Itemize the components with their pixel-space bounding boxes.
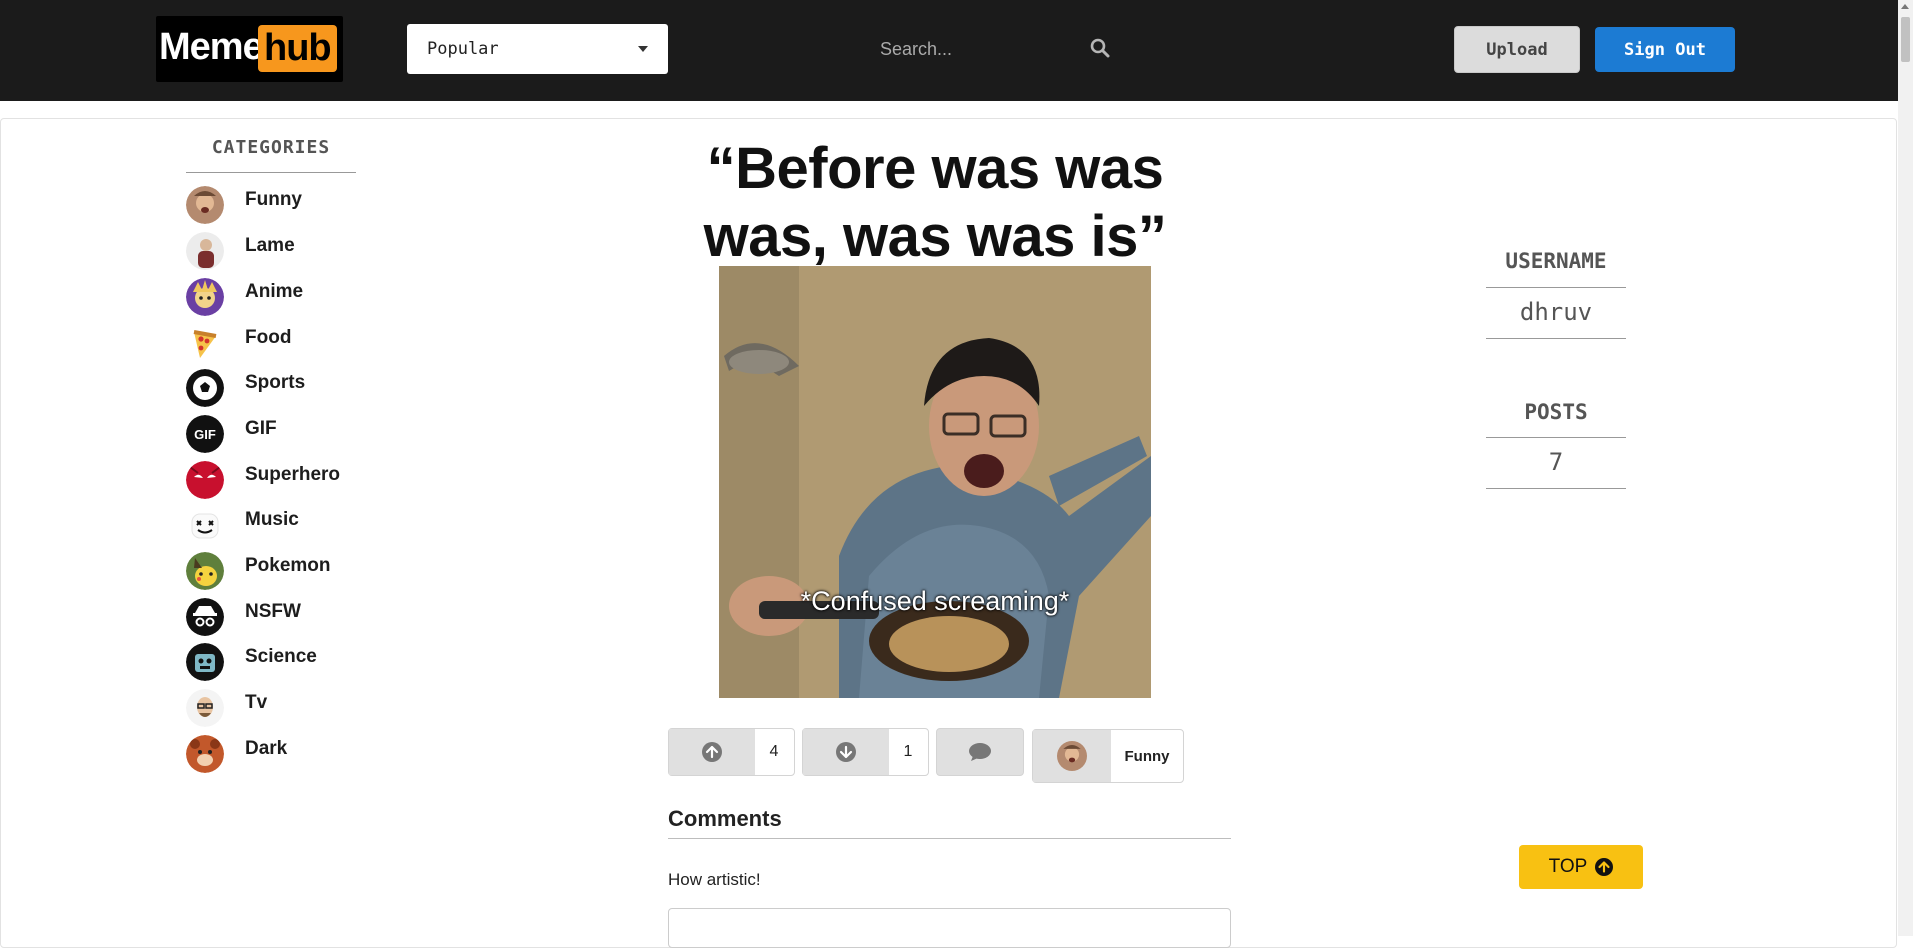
posts-count: 7 — [1548, 448, 1564, 476]
sidebar-item-label: NSFW — [245, 601, 301, 622]
sidebar-item-label: Food — [245, 327, 292, 348]
caret-down-icon — [638, 46, 648, 52]
upvote-button[interactable]: 4 — [668, 728, 795, 776]
search-input[interactable] — [860, 28, 1070, 70]
svg-text:GIF: GIF — [194, 427, 216, 442]
sidebar-item-label: Superhero — [245, 464, 341, 485]
posts-divider-top — [1486, 437, 1626, 438]
sidebar-item-label: Tv — [245, 692, 268, 713]
page-scrollbar[interactable] — [1898, 0, 1913, 936]
search-bar — [860, 28, 1120, 70]
gif-icon: GIF — [186, 415, 224, 453]
dark-bear-icon — [186, 735, 224, 773]
scrollbar-thumb[interactable] — [1901, 17, 1910, 62]
categories-divider — [186, 172, 356, 173]
funny-avatar-icon — [1033, 730, 1111, 782]
sidebar-item-tv[interactable]: Tv — [186, 689, 386, 729]
robot-icon — [186, 643, 224, 681]
logo-text-hub: hub — [258, 25, 337, 72]
sort-dropdown[interactable]: Popular — [407, 24, 668, 74]
sidebar-item-label: Music — [245, 509, 299, 530]
comment-item: How artistic! — [668, 870, 761, 889]
post-image[interactable]: *Confused screaming* — [719, 266, 1151, 698]
sidebar-item-anime[interactable]: Anime — [186, 278, 386, 318]
downvote-button[interactable]: 1 — [802, 728, 929, 776]
anime-avatar-icon — [186, 278, 224, 316]
upvote-count: 4 — [769, 743, 779, 760]
post-category-tag[interactable]: Funny — [1032, 729, 1184, 783]
meme-caption: *Confused screaming* — [800, 586, 1070, 616]
marshmello-icon — [186, 506, 224, 544]
downvote-count: 1 — [903, 743, 913, 760]
sidebar-item-label: Anime — [245, 281, 304, 302]
comment-button[interactable] — [936, 728, 1024, 776]
sidebar-item-pokemon[interactable]: Pokemon — [186, 552, 386, 592]
username-divider-top — [1486, 287, 1626, 288]
sidebar-item-label: Dark — [245, 738, 288, 759]
sign-out-button[interactable]: Sign Out — [1595, 27, 1735, 72]
sidebar-item-label: Funny — [245, 189, 302, 210]
pikachu-icon — [186, 552, 224, 590]
username-divider-bottom — [1486, 338, 1626, 339]
funny-avatar-icon — [186, 186, 224, 224]
pizza-icon — [186, 324, 224, 362]
arrow-up-circle-icon — [1595, 858, 1614, 876]
meme-picture — [719, 266, 1151, 698]
sidebar-item-label: GIF — [245, 418, 277, 439]
arrow-down-circle-icon — [803, 729, 889, 775]
heisenberg-icon — [186, 689, 224, 727]
sidebar-item-lame[interactable]: Lame — [186, 232, 386, 272]
scroll-top-button[interactable]: TOP — [1519, 845, 1643, 889]
comment-icon — [969, 743, 991, 761]
posts-divider-bottom — [1486, 488, 1626, 489]
username-label: USERNAME — [1505, 249, 1607, 273]
sidebar-item-food[interactable]: Food — [186, 324, 386, 364]
comments-divider — [668, 838, 1231, 839]
memehub-logo[interactable]: Meme hub — [156, 16, 343, 82]
arrow-up-circle-icon — [669, 729, 755, 775]
sidebar-item-science[interactable]: Science — [186, 643, 386, 683]
sidebar-item-label: Science — [245, 646, 317, 667]
scroll-up-arrow-icon[interactable] — [1901, 4, 1909, 9]
post-category-label: Funny — [1124, 747, 1170, 765]
post-title: “Before was was was, was was is” — [703, 136, 1167, 269]
soccer-ball-icon — [186, 369, 224, 407]
logo-text-meme: Meme — [159, 26, 264, 68]
sidebar-item-label: Lame — [245, 235, 295, 256]
sort-dropdown-value: Popular — [427, 39, 499, 59]
lame-avatar-icon — [186, 232, 224, 270]
sidebar-item-sports[interactable]: Sports — [186, 369, 386, 409]
sidebar-item-dark[interactable]: Dark — [186, 735, 386, 775]
sidebar-item-label: Pokemon — [245, 555, 331, 576]
sidebar-item-label: Sports — [245, 372, 306, 393]
sidebar-item-gif[interactable]: GIF GIF — [186, 415, 386, 455]
comments-heading: Comments — [668, 806, 782, 831]
sidebar-item-nsfw[interactable]: NSFW — [186, 598, 386, 638]
top-navbar: Meme hub Popular Upload Sign Out — [0, 0, 1898, 101]
superhero-mask-icon — [186, 461, 224, 499]
categories-heading: CATEGORIES — [211, 137, 331, 158]
username-value: dhruv — [1519, 298, 1593, 326]
upload-button[interactable]: Upload — [1454, 26, 1580, 73]
top-button-label: TOP — [1548, 856, 1588, 877]
posts-label: POSTS — [1524, 400, 1588, 424]
sidebar-item-music[interactable]: Music — [186, 506, 386, 546]
sidebar-item-superhero[interactable]: Superhero — [186, 461, 386, 501]
comment-input[interactable] — [668, 908, 1231, 948]
spy-icon — [186, 598, 224, 636]
search-icon[interactable] — [1090, 38, 1110, 63]
sidebar-item-funny[interactable]: Funny — [186, 186, 386, 226]
